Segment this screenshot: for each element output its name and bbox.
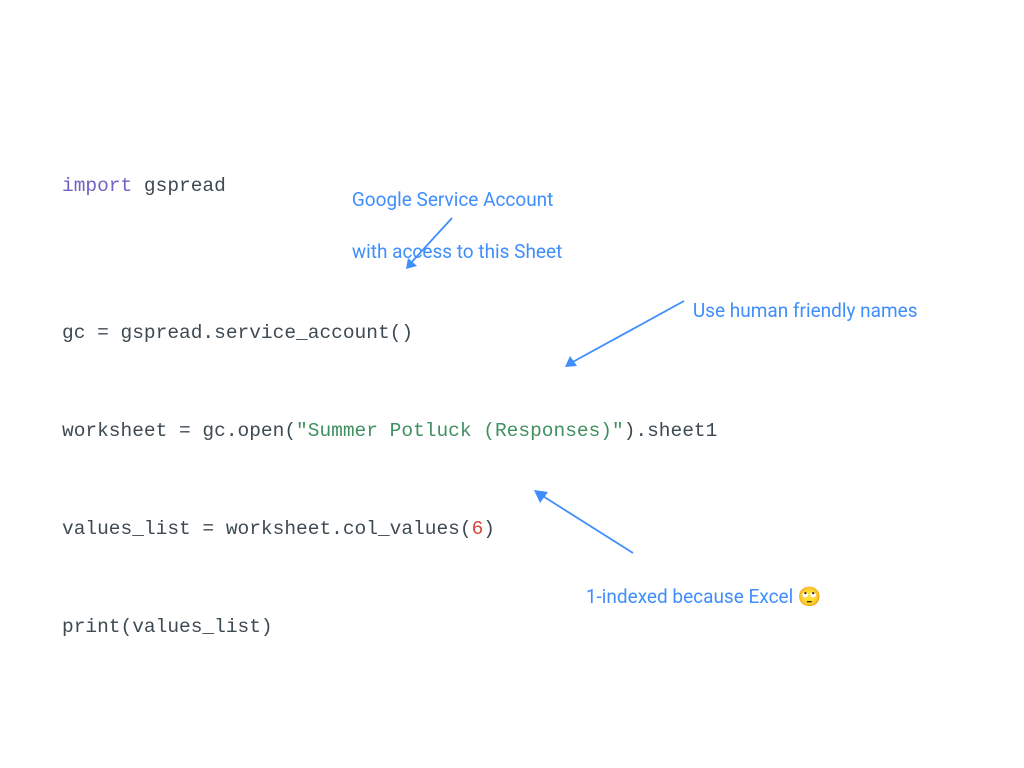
code-line-service-account: gc = gspread.service_account()	[62, 322, 413, 344]
code-keyword-import: import	[62, 175, 132, 197]
code-line-open-suffix: ).sheet1	[624, 420, 718, 442]
arrow-service-account-icon	[398, 214, 458, 276]
code-module-name: gspread	[132, 175, 226, 197]
arrow-one-indexed-icon	[525, 483, 645, 561]
annotation-service-account-line1: Google Service Account	[352, 188, 554, 211]
annotation-one-indexed: 1-indexed because Excel 🙄	[567, 558, 822, 636]
code-line-open-prefix: worksheet = gc.open(	[62, 420, 296, 442]
slide-canvas: import gspread gc = gspread.service_acco…	[0, 0, 1024, 768]
annotation-one-indexed-text: 1-indexed because Excel 🙄	[586, 585, 822, 608]
annotation-friendly-names-text: Use human friendly names	[693, 299, 918, 322]
code-line-colvalues-suffix: )	[483, 518, 495, 540]
annotation-friendly-names: Use human friendly names	[674, 272, 918, 350]
code-line-print: print(values_list)	[62, 616, 273, 638]
code-line-colvalues-prefix: values_list = worksheet.col_values(	[62, 518, 472, 540]
arrow-friendly-names-icon	[556, 297, 696, 377]
code-string-sheetname: "Summer Potluck (Responses)"	[296, 420, 624, 442]
code-number-six: 6	[472, 518, 484, 540]
